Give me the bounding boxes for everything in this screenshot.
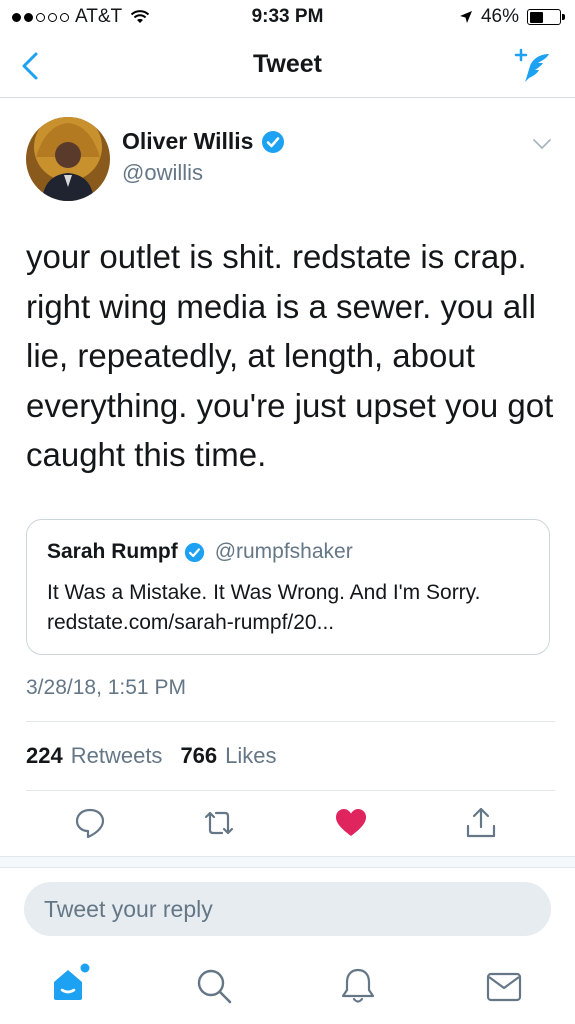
likes-label[interactable]: Likes xyxy=(225,743,276,769)
likes-count[interactable]: 766 xyxy=(180,743,217,769)
divider xyxy=(26,721,555,722)
section-separator xyxy=(0,856,575,868)
tab-bar xyxy=(0,950,575,1024)
author-handle[interactable]: @owillis xyxy=(122,160,203,186)
share-icon[interactable] xyxy=(464,806,498,840)
messages-envelope-icon[interactable] xyxy=(484,966,524,1006)
reply-icon[interactable] xyxy=(73,806,107,840)
verified-badge-icon xyxy=(184,542,204,562)
search-icon[interactable] xyxy=(194,966,234,1006)
avatar[interactable] xyxy=(26,117,110,201)
tweet-actions xyxy=(0,806,575,842)
retweets-label[interactable]: Retweets xyxy=(71,743,163,769)
home-icon[interactable] xyxy=(48,962,92,1006)
battery-icon xyxy=(527,9,565,25)
nav-bar: Tweet xyxy=(0,36,575,98)
verified-badge-icon xyxy=(262,130,285,153)
quoted-author-handle: @rumpfshaker xyxy=(214,540,353,563)
reply-placeholder: Tweet your reply xyxy=(44,896,213,922)
tweet-text: your outlet is shit. redstate is crap. r… xyxy=(26,238,554,473)
page-title: Tweet xyxy=(253,50,322,78)
author-name[interactable]: Oliver Willis xyxy=(122,128,253,155)
caret-down-icon[interactable] xyxy=(531,136,553,152)
location-arrow-icon xyxy=(459,11,472,23)
quoted-tweet-text: It Was a Mistake. It Was Wrong. And I'm … xyxy=(47,581,481,634)
battery-percent: 46% xyxy=(480,6,519,27)
retweet-icon[interactable] xyxy=(202,806,236,840)
retweets-count[interactable]: 224 xyxy=(26,743,63,769)
like-heart-icon[interactable] xyxy=(334,806,368,840)
reply-input[interactable]: Tweet your reply xyxy=(24,882,551,936)
status-bar: AT&T 9:33 PM 46% xyxy=(0,0,575,36)
tweet-stats: 224 Retweets 766 Likes xyxy=(26,743,287,769)
quoted-author-name: Sarah Rumpf xyxy=(47,540,178,563)
quoted-tweet[interactable]: Sarah Rumpf @rumpfshaker It Was a Mistak… xyxy=(26,519,550,655)
compose-tweet-icon[interactable] xyxy=(513,46,553,86)
divider xyxy=(26,790,555,791)
author-name-row[interactable]: Oliver Willis xyxy=(122,128,285,155)
quoted-tweet-header: Sarah Rumpf @rumpfshaker xyxy=(47,540,353,564)
status-right: 46% xyxy=(459,6,565,28)
tweet-timestamp: 3/28/18, 1:51 PM xyxy=(26,676,186,699)
notifications-bell-icon[interactable] xyxy=(338,966,378,1006)
